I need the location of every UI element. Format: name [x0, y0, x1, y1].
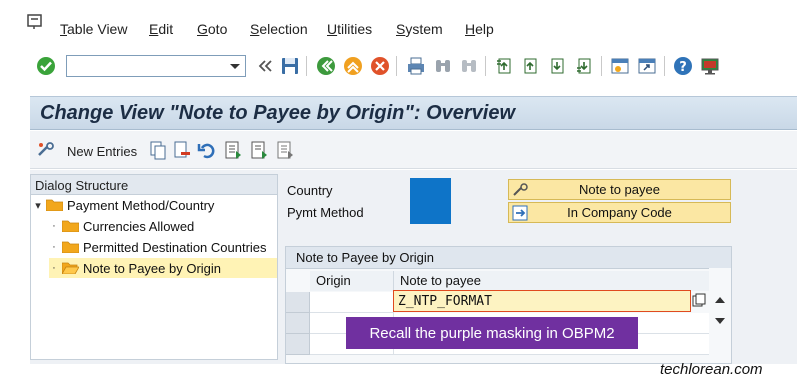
- vertical-scrollbar[interactable]: [709, 268, 731, 362]
- find-next-icon[interactable]: [457, 54, 481, 78]
- note-to-payee-input[interactable]: Z_NTP_FORMAT: [393, 290, 691, 312]
- command-field[interactable]: [66, 55, 246, 77]
- folder-icon: [46, 199, 63, 211]
- row-selector[interactable]: [286, 334, 310, 355]
- toolbar-separator: [306, 56, 307, 76]
- undo-change-icon[interactable]: [195, 138, 219, 162]
- toolbar-separator: [485, 56, 486, 76]
- toolbar-separator: [601, 56, 602, 76]
- note-to-payee-button[interactable]: Note to payee: [508, 179, 731, 200]
- tree-item-permitted-destination-countries[interactable]: · Permitted Destination Countries: [49, 237, 266, 257]
- delete-icon[interactable]: [170, 138, 194, 162]
- deselect-all-icon[interactable]: [273, 138, 297, 162]
- shortcut-icon[interactable]: [635, 54, 659, 78]
- title-bar: Change View "Note to Payee by Origin": O…: [30, 96, 797, 130]
- pymt-method-label: Pymt Method: [287, 205, 364, 220]
- help-icon[interactable]: ?: [671, 54, 695, 78]
- row-selector[interactable]: [286, 292, 310, 313]
- scroll-up-icon[interactable]: [714, 296, 726, 304]
- origin-cell[interactable]: [310, 292, 394, 313]
- tree-item-note-to-payee-by-origin[interactable]: · Note to Payee by Origin: [49, 258, 277, 278]
- last-page-icon[interactable]: [572, 54, 596, 78]
- find-icon[interactable]: [431, 54, 455, 78]
- value-help-icon[interactable]: [692, 293, 706, 307]
- next-page-icon[interactable]: [545, 54, 569, 78]
- previous-page-icon[interactable]: [518, 54, 542, 78]
- first-page-icon[interactable]: [492, 54, 516, 78]
- page-title: Change View "Note to Payee by Origin": O…: [40, 102, 516, 124]
- back-icon[interactable]: [314, 54, 338, 78]
- tree-item-payment-method-country[interactable]: ▾ Payment Method/Country: [33, 195, 214, 215]
- folder-icon: [62, 241, 79, 253]
- copy-as-icon[interactable]: [146, 138, 170, 162]
- navigation-icon: [512, 205, 528, 221]
- column-header-note-to-payee[interactable]: Note to payee: [394, 271, 710, 291]
- customize-layout-icon[interactable]: [698, 54, 722, 78]
- save-icon[interactable]: [278, 54, 302, 78]
- dialog-structure-header: Dialog Structure: [31, 175, 277, 195]
- country-label: Country: [287, 183, 333, 198]
- folder-icon: [62, 220, 79, 232]
- expand-arrow-icon[interactable]: ▾: [33, 199, 43, 212]
- column-header-origin[interactable]: Origin: [310, 271, 394, 291]
- menu-edit[interactable]: Edit: [149, 21, 173, 37]
- menu-icon[interactable]: [26, 13, 44, 31]
- menu-system[interactable]: System: [396, 21, 443, 37]
- tree-bullet-icon: ·: [52, 220, 56, 232]
- tree-bullet-icon: ·: [52, 241, 56, 253]
- tree-bullet-icon: ·: [52, 262, 56, 274]
- toolbar-separator: [664, 56, 665, 76]
- menu-help[interactable]: Help: [465, 21, 494, 37]
- row-selector[interactable]: [286, 313, 310, 334]
- enter-icon[interactable]: [34, 54, 58, 78]
- menu-bar: Table View Edit Goto Selection Utilities…: [0, 0, 797, 44]
- menu-goto[interactable]: Goto: [197, 21, 227, 37]
- scroll-down-icon[interactable]: [714, 317, 726, 325]
- watermark: techlorean.com: [660, 361, 763, 378]
- menu-selection[interactable]: Selection: [250, 21, 308, 37]
- menu-table-view[interactable]: Table View: [60, 21, 127, 37]
- select-all-icon[interactable]: [221, 138, 245, 162]
- dropdown-arrow-icon[interactable]: [227, 58, 243, 74]
- in-company-code-button[interactable]: In Company Code: [508, 202, 731, 223]
- create-session-icon[interactable]: [608, 54, 632, 78]
- tree-item-currencies-allowed[interactable]: · Currencies Allowed: [49, 216, 194, 236]
- print-icon[interactable]: [404, 54, 428, 78]
- cancel-icon[interactable]: [368, 54, 392, 78]
- back-double-arrow-icon[interactable]: [252, 54, 276, 78]
- menu-utilities[interactable]: Utilities: [327, 21, 372, 37]
- display-change-icon[interactable]: [34, 138, 58, 162]
- annotation-overlay: Recall the purple masking in OBPM2: [346, 317, 638, 349]
- masked-key-values: [410, 178, 451, 224]
- select-block-icon[interactable]: [247, 138, 271, 162]
- new-entries-button[interactable]: New Entries: [67, 144, 137, 159]
- open-folder-icon: [62, 262, 79, 274]
- toolbar-separator: [396, 56, 397, 76]
- display-change-icon: [513, 183, 528, 196]
- table-title: Note to Payee by Origin: [286, 247, 731, 269]
- exit-icon[interactable]: [341, 54, 365, 78]
- svg-text:?: ?: [679, 60, 687, 75]
